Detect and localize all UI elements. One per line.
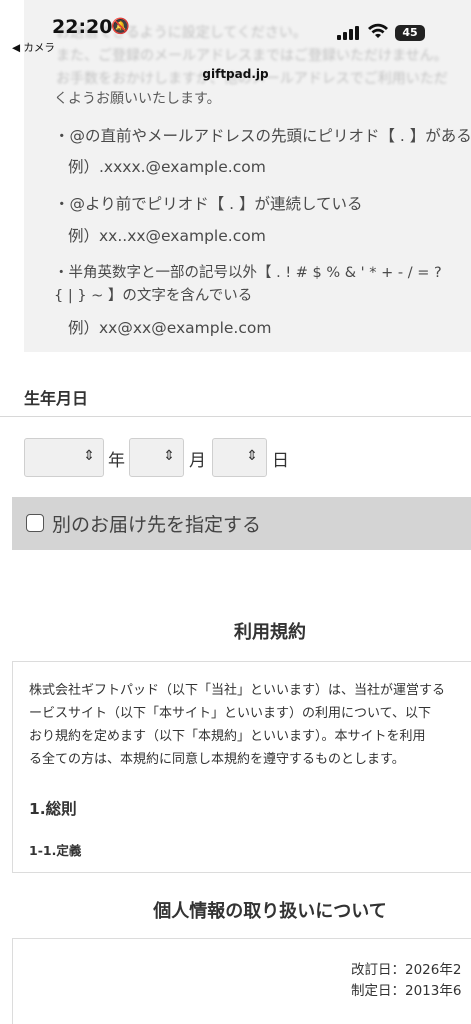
silent-bell-icon: 🔕 (111, 17, 130, 35)
status-bar: 22:20 🔕 ◀ カメラ 45 giftpad.jp (0, 0, 471, 81)
month-unit: 月 (189, 451, 206, 471)
terms-heading: 利用規約 (234, 622, 306, 643)
privacy-heading: 個人情報の取り扱いについて (153, 901, 387, 922)
notice-rule: ・半角英数字と一部の記号以外【 . ! # $ % & ' * + - / = … (54, 265, 442, 281)
birthday-label: 生年月日 (24, 389, 89, 408)
back-to-camera-link[interactable]: ◀ カメラ (12, 40, 55, 55)
birth-day-select[interactable]: ⇕ (212, 438, 267, 477)
notice-rule-example: 例）xx..xx@example.com (68, 227, 266, 245)
chevron-up-down-icon: ⇕ (83, 448, 95, 464)
terms-paragraph-line: おり規約を定めます（以下「本規約」といいます）。本サイトを利用 (29, 729, 426, 744)
year-unit: 年 (108, 451, 125, 471)
notice-rule-continued: { | } ~ 】の文字を含んでいる (54, 288, 253, 304)
alt-address-checkbox[interactable] (26, 514, 44, 532)
alt-address-label[interactable]: 別のお届け先を指定する (52, 510, 261, 537)
terms-paragraph-line: る全ての方は、本規約に同意し本規約を遵守するものとします。 (29, 752, 405, 767)
terms-paragraph-line: 株式会社ギフトパッド（以下「当社」といいます）は、当社が運営する (29, 683, 446, 698)
chevron-up-down-icon: ⇕ (163, 448, 175, 464)
battery-icon: 45 (395, 25, 425, 41)
divider (0, 416, 471, 417)
notice-rule: ・@より前でピリオド【 . 】が連続している (54, 195, 363, 213)
notice-rule-example: 例）.xxxx.@example.com (68, 158, 266, 176)
day-unit: 日 (272, 451, 289, 471)
terms-section-heading: 1.総則 (29, 800, 77, 818)
notice-rule: ・@の直前やメールアドレスの先頭にピリオド【 . 】がある (54, 127, 471, 145)
notice-intro-tail: くようお願いいたします。 (54, 91, 221, 107)
terms-subsection-heading: 1-1.定義 (29, 843, 82, 858)
clock: 22:20 (52, 16, 113, 38)
chevron-up-down-icon: ⇕ (246, 448, 258, 464)
notice-rule-example: 例）xx@xx@example.com (68, 319, 272, 337)
cellular-signal-icon (337, 26, 361, 40)
birth-year-select[interactable]: ⇕ (24, 438, 104, 477)
privacy-established-date: 制定日：2013年6 (351, 983, 462, 999)
terms-paragraph-line: ービスサイト（以下「本サイト」といいます）の利用について、以下 (29, 706, 431, 721)
terms-scroll-box[interactable]: 株式会社ギフトパッド（以下「当社」といいます）は、当社が運営する ービスサイト（… (12, 661, 471, 873)
birth-month-select[interactable]: ⇕ (129, 438, 184, 477)
privacy-revised-date: 改訂日：2026年2 (351, 962, 462, 978)
url-domain[interactable]: giftpad.jp (0, 67, 471, 81)
wifi-icon (368, 23, 388, 38)
privacy-scroll-box[interactable]: 改訂日：2026年2 制定日：2013年6 (12, 938, 471, 1024)
